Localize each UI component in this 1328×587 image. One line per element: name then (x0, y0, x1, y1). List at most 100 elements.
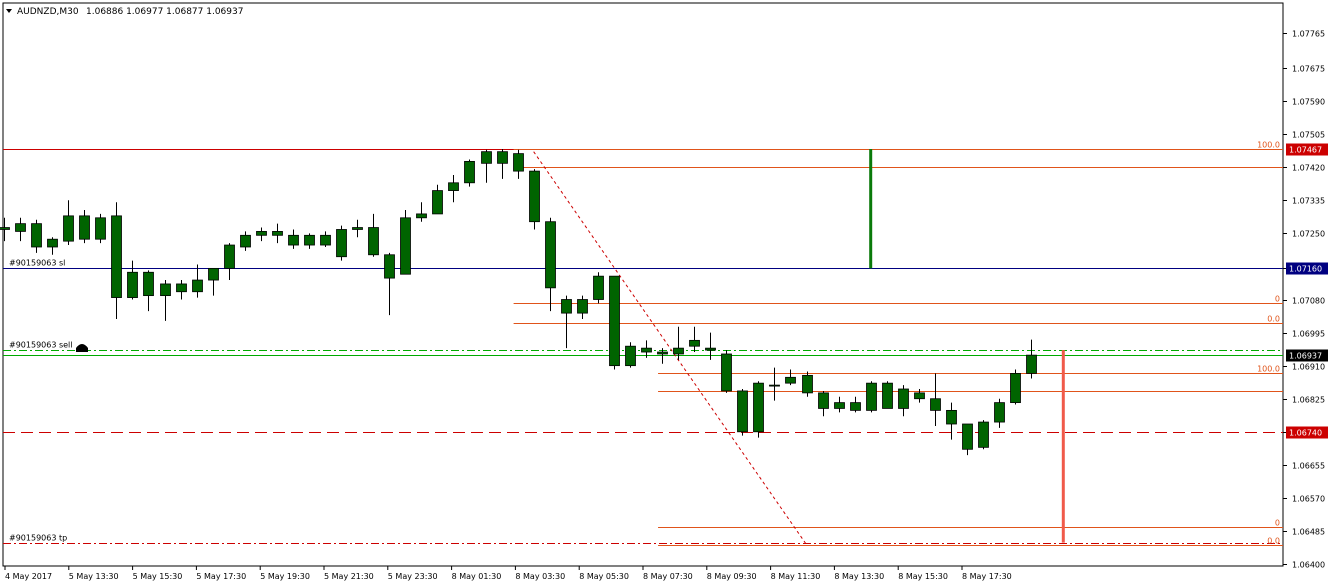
candle-bear (657, 351, 668, 355)
candle-bear (802, 374, 813, 394)
candle-bear (320, 234, 331, 246)
candle-bull (240, 234, 251, 248)
candle-bear (946, 409, 957, 425)
time-tick-label: 8 May 17:30 (962, 572, 1012, 581)
fib-level-label: 0.0 (1267, 537, 1280, 546)
fib-level-label: 0.0 (1267, 315, 1280, 324)
level-left-label: #90159063 sl (9, 259, 65, 268)
price-tick-label: 1.07505 (1292, 131, 1325, 140)
candle-bull (481, 151, 492, 164)
time-tick-label: 5 May 21:30 (324, 572, 374, 581)
candle-bear (176, 283, 187, 293)
price-tick-label: 1.07675 (1292, 65, 1325, 74)
time-tick-label: 8 May 03:30 (515, 572, 565, 581)
candle-bull (994, 402, 1005, 423)
candle-bull (47, 238, 58, 248)
candle-bear (384, 254, 395, 279)
price-tick-label: 1.06910 (1292, 363, 1325, 372)
level-left-label: #90159063 tp (9, 534, 67, 543)
candle-bear (561, 299, 572, 314)
candle-bull (753, 382, 764, 433)
candle-bull (208, 267, 219, 281)
candle-bear (914, 392, 925, 400)
price-tick-label: 1.06400 (1292, 561, 1325, 570)
candle-bull (95, 217, 106, 240)
candle-bear (850, 402, 861, 411)
price-chart[interactable]: 1.07765 1.07675 1.07590 1.07505 1.07420 1.073… (0, 0, 1328, 587)
time-tick-label: 5 May 23:30 (388, 572, 438, 581)
fib-level-label: 0 (1275, 295, 1280, 304)
candle-bull (15, 223, 26, 232)
time-tick-label: 8 May 07:30 (643, 572, 693, 581)
candle-bull (416, 213, 427, 219)
header: AUDNZD,M30 1.06886 1.06977 1.06877 1.069… (6, 7, 243, 17)
candle-bull (0, 227, 10, 230)
candle-bull (898, 388, 909, 409)
price-tick-label: 1.06485 (1292, 528, 1325, 537)
candle-bear (79, 215, 90, 240)
candle-bull (1026, 354, 1037, 374)
candle-bear (545, 221, 556, 289)
price-tick-label: 1.06655 (1292, 462, 1325, 471)
fib-level-label: 0 (1275, 519, 1280, 528)
candle-bear (930, 398, 941, 411)
time-tick-label: 8 May 13:30 (834, 572, 884, 581)
price-tick-label: 1.06995 (1292, 330, 1325, 339)
candle-bull (866, 382, 877, 411)
price-label-text: 1.06937 (1289, 352, 1322, 361)
price-tick-label: 1.07590 (1292, 98, 1325, 107)
time-tick-label: 5 May 15:30 (133, 572, 183, 581)
candle-bull (256, 231, 267, 236)
candle-bear (641, 347, 652, 353)
candle-bear (529, 170, 540, 223)
time-tick-label: 8 May 15:30 (898, 572, 948, 581)
candle-bear (513, 153, 524, 172)
candle-bear (497, 151, 508, 164)
candle-bull (673, 347, 684, 355)
candle-bear (111, 215, 122, 298)
candle-bear (882, 382, 893, 409)
time-tick-label: 8 May 09:30 (707, 572, 757, 581)
candle-bull (785, 376, 796, 384)
candle-bull (63, 215, 74, 242)
candle-bull (336, 229, 347, 258)
time-tick-label: 8 May 05:30 (579, 572, 629, 581)
candle-bull (689, 339, 700, 347)
candle-bull (127, 271, 138, 298)
candle-bull (834, 402, 845, 409)
candle-bear (272, 231, 283, 236)
candle-bull (432, 190, 443, 215)
price-label-text: 1.07160 (1289, 265, 1322, 274)
candle-bear (143, 271, 154, 297)
candle-bull (593, 275, 604, 300)
price-tick-label: 1.06570 (1292, 495, 1325, 504)
price-tick-label: 1.07080 (1292, 297, 1325, 306)
candle-bull (224, 244, 235, 269)
time-tick-label: 5 May 13:30 (69, 572, 119, 581)
price-tick-label: 1.07765 (1292, 30, 1325, 39)
time-tick-label: 5 May 19:30 (260, 572, 310, 581)
price-tick-label: 1.07250 (1292, 230, 1325, 239)
candle-bear (577, 299, 588, 314)
chart-background (0, 0, 1328, 587)
time-tick-label: 8 May 11:30 (771, 572, 821, 581)
time-tick-label: 5 May 17:30 (196, 572, 246, 581)
candle-bull (192, 279, 203, 293)
candle-bull (304, 234, 315, 246)
price-tick-label: 1.06825 (1292, 396, 1325, 405)
candle-bull (160, 283, 171, 297)
fib-level-label: 100.0 (1257, 141, 1280, 150)
candle-bull (1010, 373, 1021, 404)
candle-bear (609, 275, 620, 367)
candle-bull (769, 384, 780, 387)
fib-level-label: 100.0 (1257, 365, 1280, 374)
price-label-text: 1.06740 (1289, 429, 1322, 438)
candle-bear (721, 353, 732, 392)
candle-bull (978, 421, 989, 448)
candle-bull (464, 160, 475, 184)
price-tick-label: 1.07335 (1292, 197, 1325, 206)
ohlc-label: 1.06886 1.06977 1.06877 1.06937 (86, 7, 243, 17)
candle-bull (448, 182, 459, 191)
candle-bear (962, 423, 973, 450)
candle-bear (818, 392, 829, 409)
